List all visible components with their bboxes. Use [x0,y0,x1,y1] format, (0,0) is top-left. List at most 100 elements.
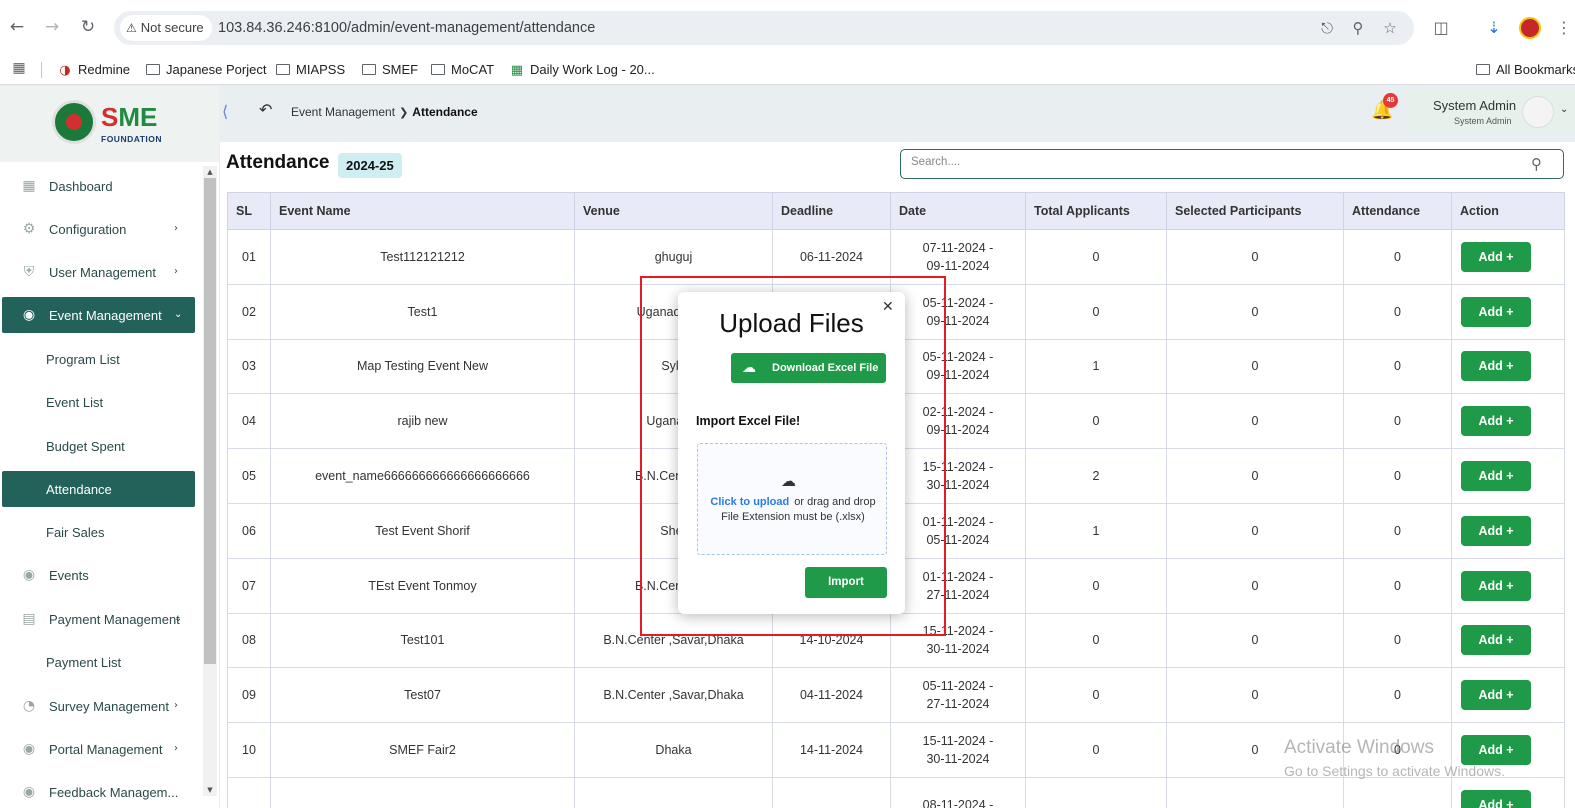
cell-selected-participants: 0 [1166,557,1344,614]
cell-action: Add + [1451,776,1565,808]
cell-event-name: SMEF Fair2 [270,722,575,778]
user-menu[interactable]: System Admin System Admin ⌄ [1408,90,1575,134]
date-end: 30-11-2024 [926,642,990,657]
cell-attendance: 0 [1343,229,1452,285]
cell-selected-participants: 0 [1166,448,1344,504]
cell-total-applicants: 0 [1025,612,1167,669]
user-name: System Admin [1433,98,1517,113]
search-input[interactable] [911,156,1511,168]
sidebar-item-attendance[interactable]: Attendance [2,471,195,507]
security-chip[interactable]: ⚠ Not secure [120,15,212,41]
file-dropzone[interactable]: ☁ Click to upload or drag and drop File E… [697,443,887,555]
fiscal-year-badge: 2024-25 [338,153,402,178]
import-button[interactable]: Import [805,567,887,598]
cell-event-name: Test101 [270,612,575,669]
cell-sl: 10 [227,722,271,778]
date-start: 01-11-2024 - [922,569,994,584]
forward-arrow-icon[interactable]: → [41,16,63,38]
cell-venue: B.N.Center ,Savar,Dhaka [574,612,773,669]
add-attendance-button[interactable]: Add + [1461,680,1531,711]
import-heading: Import Excel File! [696,414,801,428]
profile-avatar[interactable] [1519,17,1541,39]
add-attendance-button[interactable]: Add + [1461,515,1531,546]
folder-icon [1476,64,1490,75]
date-start: 05-11-2024 - [922,350,994,365]
chevron-right-icon: ❯ [399,106,409,119]
cell-selected-participants [1166,776,1344,808]
sidebar-item-event-list[interactable]: Event List [2,384,195,420]
address-bar[interactable]: ⚠ Not secure 103.84.36.246:8100/admin/eve… [114,11,1414,45]
url-text[interactable]: 103.84.36.246:8100/admin/event-managemen… [218,11,595,45]
search-box[interactable]: ⚲ [900,149,1564,179]
add-attendance-button[interactable]: Add + [1461,406,1531,437]
sidebar-item-event-management[interactable]: ◉ Event Management ⌄ [2,297,195,333]
apps-grid-icon[interactable]: ▦ [10,57,32,88]
add-attendance-button[interactable]: Add + [1461,461,1531,492]
search-icon[interactable]: ⚲ [1531,155,1549,173]
add-attendance-button[interactable]: Add + [1461,296,1531,327]
sidebar-item-feedback-management[interactable]: ◉ Feedback Managem... [2,774,195,808]
sidebar-item-fair-sales[interactable]: Fair Sales [2,514,195,550]
logo[interactable]: SME FOUNDATION [0,86,219,162]
folder-icon [146,64,160,75]
sidebar-scrollbar[interactable]: ▲ ▼ [203,166,217,796]
cell-sl: 01 [227,229,271,285]
cell-deadline [772,776,891,808]
add-attendance-button[interactable]: Add + [1461,625,1531,656]
add-attendance-button[interactable]: Add + [1461,570,1531,601]
date-end: 09-11-2024 [926,423,990,438]
windows-activation-watermark: Activate Windows [1284,737,1434,758]
download-excel-button[interactable]: ☁ Download Excel File [731,353,886,383]
breadcrumb-event-management[interactable]: Event Management [291,105,395,119]
cell-event-name: TEst Event Tonmoy [270,557,575,614]
dashboard-icon: ▦ [22,178,36,194]
cell-action: Add + [1451,557,1565,614]
add-attendance-button[interactable]: Add + [1461,241,1531,272]
add-attendance-button[interactable]: Add + [1461,735,1531,766]
scrollbar-thumb[interactable] [204,178,216,664]
sidebar-item-user-management[interactable]: ⛨ User Management › [2,254,195,290]
column-header-sl: SL [227,192,271,230]
star-icon[interactable]: ☆ [1380,18,1400,38]
user-avatar [1522,96,1554,128]
extensions-icon[interactable]: ◫ [1430,17,1452,39]
browser-toolbar: ← → ↻ ⚠ Not secure 103.84.36.246:8100/adm… [0,0,1575,54]
cell-sl: 05 [227,448,271,504]
sidebar-item-payment-management[interactable]: ▤ Payment Management ⌄ [2,601,195,637]
download-icon[interactable]: ⇣ [1483,17,1505,39]
scroll-down-arrow-icon[interactable]: ▼ [203,784,217,796]
menu-kebab-icon[interactable]: ⋮ [1553,17,1575,39]
column-header-deadline: Deadline [772,192,891,230]
cell-total-applicants: 0 [1025,393,1167,450]
date-start: 15-11-2024 - [922,460,994,475]
cell-action: Add + [1451,283,1565,340]
add-attendance-button[interactable]: Add + [1461,351,1531,382]
sidebar-item-budget-spent[interactable]: Budget Spent [2,428,195,464]
zoom-icon[interactable]: ⚲ [1348,18,1368,38]
cell-attendance: 0 [1343,557,1452,614]
column-header-action: Action [1451,192,1565,230]
scroll-up-arrow-icon[interactable]: ▲ [203,166,217,178]
back-arrow-icon[interactable]: ← [6,16,28,38]
reload-icon[interactable]: ↻ [77,16,99,38]
sidebar-item-survey-management[interactable]: ◔ Survey Management › [2,688,195,724]
sidebar-item-payment-list[interactable]: Payment List [2,644,195,680]
notification-badge: 45 [1383,93,1398,108]
click-to-upload-link[interactable]: Click to upload [710,496,789,508]
sidebar-item-program-list[interactable]: Program List [2,341,195,377]
cell-venue [574,776,773,808]
breadcrumb-attendance: Attendance [412,105,478,119]
sidebar-item-dashboard[interactable]: ▦ Dashboard [2,168,195,204]
date-end: 27-11-2024 [926,697,990,712]
sidebar-item-configuration[interactable]: ⚙ Configuration › [2,211,195,247]
cell-total-applicants: 0 [1025,557,1167,614]
sidebar-item-events[interactable]: ◉ Events [2,557,195,593]
table-row: 01 Test112121212 ghuguj 06-11-2024 07-11-202… [227,229,1565,285]
sidebar-item-portal-management[interactable]: ◉ Portal Management › [2,731,195,767]
translate-icon[interactable]: ⎋ [1317,18,1337,38]
collapse-sidebar-icon[interactable]: ⟨ [222,102,236,122]
add-attendance-button[interactable]: Add + [1461,789,1531,808]
cell-action: Add + [1451,667,1565,724]
undo-back-icon[interactable]: ↶ [259,100,275,120]
date-start: 05-11-2024 - [922,679,994,694]
